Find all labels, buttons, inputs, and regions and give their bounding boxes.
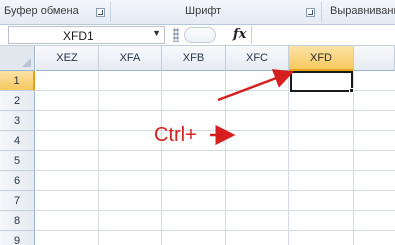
row-header-2[interactable]: 2 <box>0 91 35 111</box>
chevron-down-icon[interactable]: ▼ <box>152 28 161 38</box>
row-header-5[interactable]: 5 <box>0 151 35 171</box>
name-box[interactable]: XFD1 ▼ <box>8 26 165 44</box>
fill-handle[interactable] <box>349 88 354 93</box>
column-header-xez[interactable]: XEZ <box>36 46 99 71</box>
row-header-4[interactable]: 4 <box>0 131 35 151</box>
grid-line <box>36 170 395 171</box>
annotation-shortcut-label: Ctrl+ <box>154 124 197 146</box>
active-cell-xfd1[interactable] <box>290 71 353 92</box>
name-box-value: XFD1 <box>63 29 94 43</box>
ribbon-group-separator <box>110 2 111 22</box>
column-header-xfd[interactable]: XFD <box>289 46 354 71</box>
formula-bar: XFD1 ▼ fx <box>0 25 395 46</box>
font-dialog-launcher-icon[interactable] <box>306 8 315 17</box>
row-header-3[interactable]: 3 <box>0 111 35 131</box>
ribbon-group-labels: Буфер обмена Шрифт Выравнивание <box>0 0 395 25</box>
grid-line <box>353 71 354 245</box>
splitter-handle-icon[interactable] <box>173 28 179 42</box>
grid-line <box>36 190 395 191</box>
row-header-9[interactable]: 9 <box>0 231 35 245</box>
row-header-1[interactable]: 1 <box>0 71 35 91</box>
column-header-xfa[interactable]: XFA <box>99 46 162 71</box>
ribbon-group-font-label: Шрифт <box>185 5 222 17</box>
grid-line <box>36 230 395 231</box>
formula-bar-expand-button[interactable] <box>184 27 216 43</box>
column-header-xfb[interactable]: XFB <box>162 46 226 71</box>
grid-line <box>288 71 289 245</box>
column-header-blank <box>354 46 395 71</box>
cells-area[interactable] <box>36 71 395 245</box>
formula-input[interactable] <box>251 26 395 44</box>
clipboard-dialog-launcher-icon[interactable] <box>96 8 105 17</box>
insert-function-icon[interactable]: fx <box>233 27 246 42</box>
ribbon-group-clipboard-label: Буфер обмена <box>4 5 79 17</box>
select-all-button[interactable] <box>0 46 35 71</box>
ribbon-group-alignment-label: Выравнивание <box>330 5 395 17</box>
grid-line <box>36 150 395 151</box>
grid-line <box>36 130 395 131</box>
grid-line <box>161 71 162 245</box>
grid-line <box>36 110 395 111</box>
column-header-row: XEZ XFA XFB XFC XFD <box>0 46 395 71</box>
grid-line <box>98 71 99 245</box>
grid-line <box>225 71 226 245</box>
row-header-7[interactable]: 7 <box>0 191 35 211</box>
row-header-6[interactable]: 6 <box>0 171 35 191</box>
ribbon-group-separator <box>321 2 322 22</box>
row-header-8[interactable]: 8 <box>0 211 35 231</box>
grid-line <box>36 210 395 211</box>
column-header-xfc[interactable]: XFC <box>226 46 289 71</box>
